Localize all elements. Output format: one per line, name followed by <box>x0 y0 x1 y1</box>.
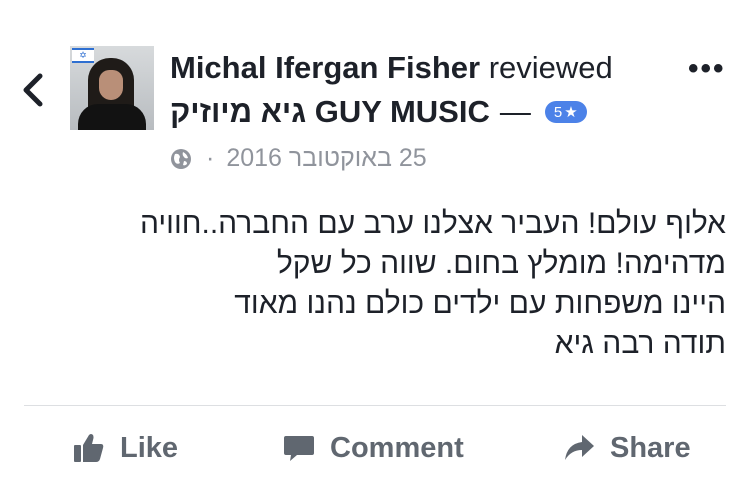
avatar[interactable]: ✡ <box>70 46 154 130</box>
comment-icon <box>284 436 314 461</box>
chevron-left-icon <box>23 73 43 107</box>
more-options-icon: ••• <box>688 52 726 85</box>
rating-value: 5 <box>553 103 563 121</box>
reviewer-name[interactable]: Michal Ifergan Fisher <box>170 50 480 85</box>
israel-flag-icon: ✡ <box>72 48 94 63</box>
dash-separator: — <box>499 94 531 129</box>
review-verb: reviewed <box>488 50 613 85</box>
review-line: אלוף עולם! העביר אצלנו ערב עם החברה..חוו… <box>139 207 726 240</box>
meta-separator: · <box>206 144 215 172</box>
divider <box>24 405 726 406</box>
back-button[interactable] <box>18 68 52 112</box>
like-button[interactable]: Like <box>72 428 178 468</box>
post-meta: · 25 באוקטובר 2016 <box>170 144 427 173</box>
page-name-link[interactable]: גיא מיוזיק GUY MUSIC <box>170 94 490 130</box>
review-line: תודה רבה גיא <box>554 327 726 360</box>
star-icon: ★ <box>564 104 578 121</box>
avatar-body <box>78 104 146 130</box>
rating-badge: 5 ★ <box>544 101 587 123</box>
review-line: היינו משפחות עם ילדים כולם נהנו מאוד <box>234 287 726 320</box>
comment-button[interactable]: Comment <box>282 428 464 468</box>
share-arrow-icon <box>565 435 594 460</box>
comment-label: Comment <box>330 431 464 464</box>
reviewed-page-line: גיא מיוזיק GUY MUSIC — 5 ★ <box>170 94 587 130</box>
action-bar: Like Comment Share <box>0 420 750 480</box>
post-date[interactable]: 25 באוקטובר 2016 <box>226 144 426 173</box>
thumbs-up-icon <box>74 434 104 462</box>
reviewer-line: Michal Ifergan Fisher reviewed <box>170 50 613 86</box>
more-options-button[interactable]: ••• <box>688 54 726 84</box>
globe-icon <box>171 148 191 169</box>
avatar-face <box>99 70 123 100</box>
like-label: Like <box>120 431 179 464</box>
review-text: אלוף עולם! העביר אצלנו ערב עם החברה..חוו… <box>26 204 726 364</box>
review-line: מדהימה! מומלץ בחום. שווה כל שקל <box>276 247 726 280</box>
share-button[interactable]: Share <box>562 428 691 468</box>
share-label: Share <box>610 431 691 464</box>
